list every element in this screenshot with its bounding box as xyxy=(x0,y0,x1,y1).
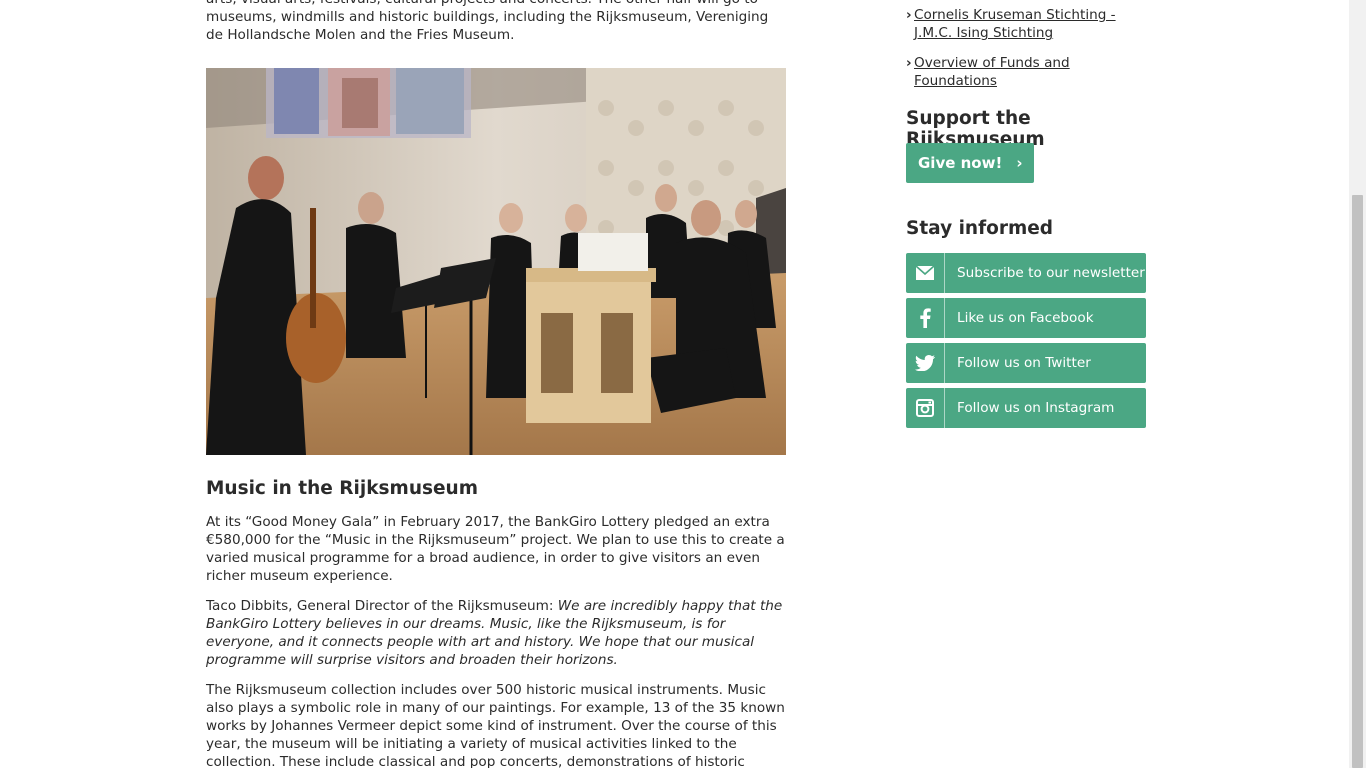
page: arts, visual arts, festivals, cultural p… xyxy=(0,0,1366,768)
newsletter-button[interactable]: Subscribe to our newsletter xyxy=(906,253,1146,293)
related-links: › Cornelis Kruseman Stichting - J.M.C. I… xyxy=(906,6,1151,102)
scrollbar-thumb[interactable] xyxy=(1352,195,1363,768)
link-kruseman-stichting[interactable]: Cornelis Kruseman Stichting - J.M.C. Isi… xyxy=(914,6,1151,42)
give-now-label: Give now! xyxy=(918,154,1003,172)
related-link-item: › Overview of Funds and Foundations xyxy=(906,54,1151,90)
facebook-label: Like us on Facebook xyxy=(957,310,1094,326)
twitter-button[interactable]: Follow us on Twitter xyxy=(906,343,1146,383)
concert-photo-illustration xyxy=(206,68,786,455)
envelope-icon xyxy=(906,253,945,293)
intro-paragraph-fragment: arts, visual arts, festivals, cultural p… xyxy=(206,0,769,43)
link-funds-overview[interactable]: Overview of Funds and Foundations xyxy=(914,54,1151,90)
newsletter-label: Subscribe to our newsletter xyxy=(957,265,1145,281)
concert-photo xyxy=(206,68,786,455)
paragraph-2: Taco Dibbits, General Director of the Ri… xyxy=(206,597,788,669)
article-body: At its “Good Money Gala” in February 201… xyxy=(206,513,788,768)
stay-informed-heading: Stay informed xyxy=(906,218,1054,239)
facebook-icon xyxy=(906,298,945,338)
facebook-button[interactable]: Like us on Facebook xyxy=(906,298,1146,338)
twitter-label: Follow us on Twitter xyxy=(957,355,1091,371)
instagram-button[interactable]: Follow us on Instagram xyxy=(906,388,1146,428)
instagram-label: Follow us on Instagram xyxy=(957,400,1115,416)
chevron-right-icon: › xyxy=(906,7,912,23)
chevron-right-icon: › xyxy=(1016,154,1023,172)
give-now-button[interactable]: Give now! › xyxy=(906,143,1034,183)
related-link-item: › Cornelis Kruseman Stichting - J.M.C. I… xyxy=(906,6,1151,42)
section-title: Music in the Rijksmuseum xyxy=(206,478,478,499)
paragraph-3: The Rijksmuseum collection includes over… xyxy=(206,682,785,768)
instagram-icon xyxy=(906,388,945,428)
chevron-right-icon: › xyxy=(906,55,912,71)
quote-attribution: Taco Dibbits, General Director of the Ri… xyxy=(206,598,558,614)
twitter-icon xyxy=(906,343,945,383)
vertical-scrollbar[interactable] xyxy=(1349,0,1366,768)
paragraph-1: At its “Good Money Gala” in February 201… xyxy=(206,514,785,584)
